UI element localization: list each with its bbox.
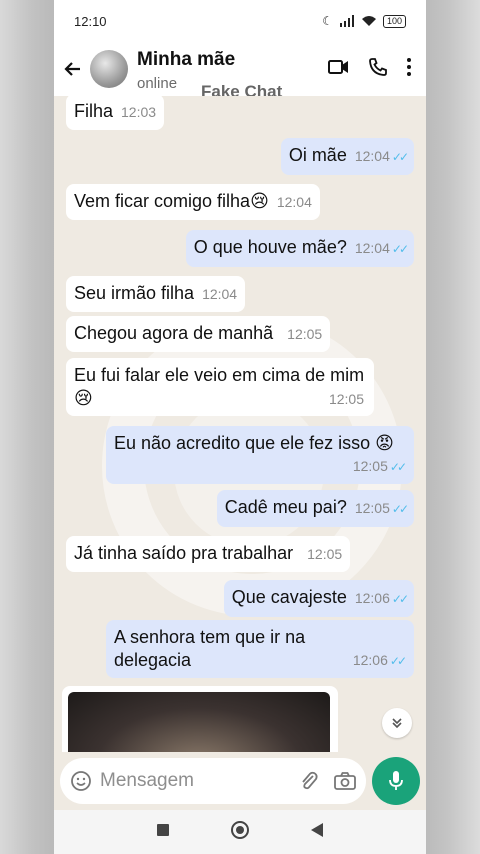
moon-icon: ☾	[322, 14, 333, 28]
message-text: Que cavajeste	[231, 587, 347, 607]
message-text: Chegou agora de manhã	[74, 323, 274, 343]
message-bubble[interactable]: Cadê meu pai? 12:05 ✓✓	[216, 490, 414, 527]
message-bubble[interactable]: Filha 12:03	[66, 96, 165, 130]
more-options-button[interactable]	[406, 57, 412, 82]
message-time: 12:05	[307, 546, 343, 562]
message-bubble[interactable]: Eu fui falar ele veio em cima de mim😢 12…	[66, 358, 374, 416]
contact-avatar[interactable]	[90, 50, 128, 88]
image-message[interactable]	[62, 686, 338, 752]
header-actions	[328, 57, 412, 82]
wifi-icon	[361, 16, 376, 26]
circle-icon	[231, 820, 249, 839]
chat-area[interactable]: Filha 12:03 Oi mãe 12:04 ✓✓ Vem ficar comig…	[54, 96, 426, 752]
square-icon	[157, 823, 169, 836]
blurred-background-left	[0, 0, 54, 854]
phone-screen: 12:10 ☾ 100 Minha mãe online Fake Chat F…	[54, 0, 426, 854]
message-text: Seu irmão filha	[74, 283, 195, 303]
status-bar: 12:10 ☾ 100	[54, 0, 426, 42]
message-text: A senhora tem que ir na delegacia	[114, 627, 306, 670]
system-nav-bar	[54, 810, 426, 854]
composer-bar: Mensagem	[54, 752, 426, 810]
message-time: 12:05	[287, 326, 323, 342]
signal-icon	[339, 15, 354, 27]
contact-info[interactable]: Minha mãe online Fake Chat	[137, 47, 328, 101]
paperclip-icon[interactable]	[298, 770, 320, 792]
message-input[interactable]: Mensagem	[100, 770, 298, 792]
read-ticks-icon: ✓✓	[391, 592, 409, 606]
voice-call-button[interactable]	[368, 57, 388, 82]
blurred-background-right	[426, 0, 480, 854]
mic-button[interactable]	[372, 757, 420, 805]
message-time: 12:04	[276, 194, 312, 210]
message-text: Vem ficar comigo filha😢	[74, 191, 269, 211]
read-ticks-icon: ✓✓	[391, 502, 409, 516]
back-button[interactable]	[58, 49, 88, 89]
message-time: 12:04	[202, 286, 238, 302]
status-time: 12:10	[74, 13, 107, 29]
message-time: 12:04	[354, 148, 390, 164]
message-bubble[interactable]: Eu não acredito que ele fez isso 😡 12:05…	[106, 426, 414, 484]
message-bubble[interactable]: Seu irmão filha 12:04	[66, 276, 246, 312]
more-vert-icon	[407, 57, 411, 76]
message-text: Cadê meu pai?	[224, 497, 347, 517]
message-text: Filha	[74, 101, 114, 121]
camera-icon[interactable]	[334, 771, 356, 791]
chat-header: Minha mãe online Fake Chat	[54, 42, 426, 101]
video-call-icon	[328, 59, 348, 74]
message-time-wrap: 12:05 ✓✓	[352, 455, 407, 479]
message-bubble[interactable]: A senhora tem que ir na delegacia 12:06 ✓…	[106, 620, 414, 678]
message-bubble[interactable]: Já tinha saído pra trabalhar 12:05	[66, 536, 351, 572]
message-time: 12:03	[121, 104, 157, 120]
message-text: Oi mãe	[288, 145, 347, 165]
arrow-left-icon	[64, 62, 80, 76]
message-time: 12:04	[354, 240, 390, 256]
video-call-button[interactable]	[328, 58, 350, 81]
message-text: Já tinha saído pra trabalhar	[74, 543, 294, 563]
back-nav-button[interactable]	[310, 822, 324, 843]
message-text: O que houve mãe?	[193, 237, 347, 257]
message-bubble[interactable]: Oi mãe 12:04 ✓✓	[280, 138, 414, 175]
message-time: 12:05	[328, 391, 364, 407]
message-bubble[interactable]: Vem ficar comigo filha😢 12:04	[66, 184, 320, 220]
message-input-container[interactable]: Mensagem	[60, 758, 366, 804]
message-time-wrap: 12:06 ✓✓	[352, 649, 407, 673]
message-text: Eu fui falar ele veio em cima de mim😢	[74, 365, 365, 408]
home-button[interactable]	[230, 820, 250, 845]
message-time: 12:05	[354, 500, 390, 516]
scroll-down-button[interactable]	[382, 708, 412, 738]
chevron-double-down-icon	[392, 718, 402, 729]
message-time: 12:05	[352, 458, 388, 474]
emoji-icon[interactable]	[70, 770, 92, 792]
battery-icon: 100	[382, 14, 406, 28]
triangle-back-icon	[311, 822, 323, 837]
read-ticks-icon: ✓✓	[389, 460, 407, 474]
phone-icon	[369, 57, 387, 76]
contact-name: Minha mãe	[137, 49, 236, 70]
message-bubble[interactable]: Chegou agora de manhã 12:05	[66, 316, 331, 352]
message-time: 12:06	[352, 652, 388, 668]
recents-button[interactable]	[156, 823, 170, 842]
read-ticks-icon: ✓✓	[391, 150, 409, 164]
mic-icon	[389, 771, 403, 790]
message-bubble[interactable]: O que houve mãe? 12:04 ✓✓	[185, 230, 414, 267]
read-ticks-icon: ✓✓	[391, 242, 409, 256]
message-time: 12:06	[354, 590, 390, 606]
read-ticks-icon: ✓✓	[389, 654, 407, 668]
message-bubble[interactable]: Que cavajeste 12:06 ✓✓	[223, 580, 414, 617]
status-icons: ☾ 100	[322, 14, 406, 28]
contact-status: online	[137, 75, 178, 92]
photo-thumbnail[interactable]	[68, 692, 330, 752]
message-text: Eu não acredito que ele fez isso 😡	[114, 433, 394, 453]
